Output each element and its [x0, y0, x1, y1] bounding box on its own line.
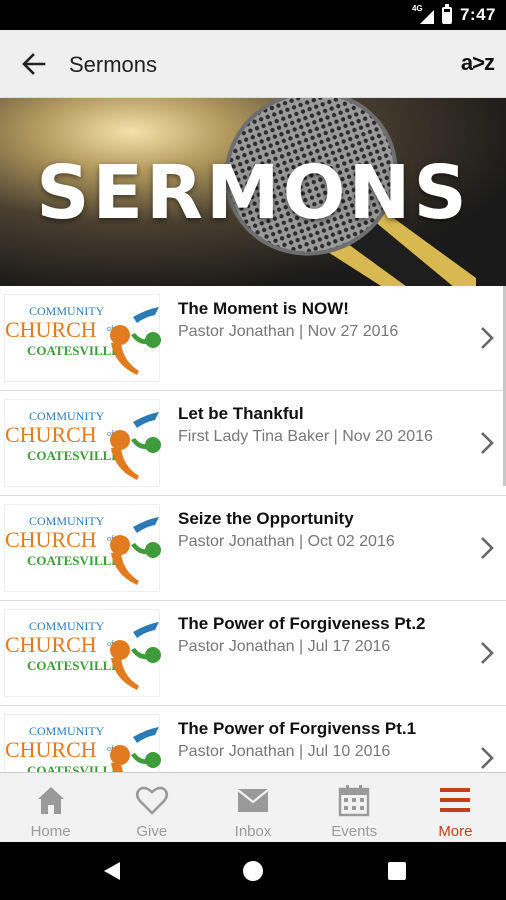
sermon-title: Seize the Opportunity: [178, 509, 354, 528]
church-logo-thumbnail: COMMUNITY CHURCH COATESVILLE of: [4, 504, 161, 592]
mail-icon: [237, 789, 269, 812]
tab-label: Inbox: [234, 823, 272, 840]
status-bar: 4G 7:47: [0, 0, 506, 30]
status-icons: 4G 7:47: [412, 3, 496, 26]
svg-text:CHURCH: CHURCH: [5, 527, 97, 552]
sermon-row[interactable]: COMMUNITY CHURCH COATESVILLE of The Powe…: [0, 601, 506, 706]
sermon-subtitle: Pastor Jonathan | Jul 10 2016: [178, 743, 391, 760]
svg-text:COATESVILLE: COATESVILLE: [27, 763, 120, 772]
sermon-row[interactable]: COMMUNITY CHURCH COATESVILLE of Seize th…: [0, 496, 506, 601]
church-logo-thumbnail: COMMUNITY CHURCH COATESVILLE of: [4, 399, 161, 487]
tab-inbox[interactable]: Inbox: [202, 773, 303, 842]
sermon-row[interactable]: COMMUNITY CHURCH COATESVILLE of The Mome…: [0, 286, 506, 391]
svg-text:COATESVILLE: COATESVILLE: [27, 448, 120, 463]
system-nav-bar: [0, 842, 506, 900]
menu-icon: [440, 788, 471, 812]
sermon-title: The Moment is NOW!: [178, 299, 349, 318]
sermon-row[interactable]: COMMUNITY CHURCH COATESVILLE of Let be T…: [0, 391, 506, 496]
tab-label: Give: [136, 823, 168, 840]
tab-label: Events: [331, 823, 378, 840]
sermon-subtitle: Pastor Jonathan | Oct 02 2016: [178, 533, 395, 550]
back-button[interactable]: [18, 50, 50, 78]
svg-text:COATESVILLE: COATESVILLE: [27, 553, 120, 568]
tab-more[interactable]: More: [405, 773, 506, 842]
heart-icon: [135, 786, 168, 815]
sermon-row[interactable]: COMMUNITY CHURCH COATESVILLE of The Powe…: [0, 706, 506, 772]
sermon-subtitle: Pastor Jonathan | Jul 17 2016: [178, 638, 391, 655]
signal-icon: 4G: [412, 4, 434, 24]
chevron-right-icon: [481, 327, 494, 349]
church-logo-thumbnail: COMMUNITY CHURCH COATESVILLE of: [4, 609, 161, 697]
sermon-title: Let be Thankful: [178, 404, 304, 423]
svg-text:CHURCH: CHURCH: [5, 317, 97, 342]
sermon-subtitle: Pastor Jonathan | Nov 27 2016: [178, 323, 399, 340]
home-icon: [37, 787, 64, 814]
tab-events[interactable]: Events: [304, 773, 405, 842]
battery-icon: [441, 3, 452, 24]
home-circle-icon[interactable]: [241, 859, 265, 883]
status-time: 7:47: [459, 5, 496, 24]
tab-label: More: [438, 823, 473, 840]
svg-text:CHURCH: CHURCH: [5, 422, 97, 447]
tab-home[interactable]: Home: [0, 773, 101, 842]
recents-square-icon[interactable]: [385, 859, 409, 883]
sermon-title: The Power of Forgiveness Pt.2: [178, 614, 426, 633]
svg-text:CHURCH: CHURCH: [5, 632, 97, 657]
hero-title: SERMONS: [36, 150, 470, 236]
svg-text:COATESVILLE: COATESVILLE: [27, 658, 120, 673]
bottom-tab-bar: Home Give Inbox Events More: [0, 772, 506, 842]
tab-label: Home: [30, 823, 71, 840]
chevron-right-icon: [481, 537, 494, 559]
svg-text:COMMUNITY: COMMUNITY: [29, 619, 105, 633]
chevron-right-icon: [481, 747, 494, 769]
sermon-title: The Power of Forgivenss Pt.1: [178, 719, 417, 738]
svg-text:CHURCH: CHURCH: [5, 737, 97, 762]
app-bar: Sermons a>z: [0, 30, 506, 98]
church-logo-thumbnail: COMMUNITY CHURCH COATESVILLE of: [4, 294, 161, 382]
arrow-left-icon: [22, 53, 46, 75]
svg-text:COMMUNITY: COMMUNITY: [29, 304, 105, 318]
hero-banner: SERMONS: [0, 98, 506, 286]
tab-give[interactable]: Give: [101, 773, 202, 842]
svg-text:COMMUNITY: COMMUNITY: [29, 409, 105, 423]
back-triangle-icon[interactable]: [100, 859, 124, 883]
sermon-list[interactable]: COMMUNITY CHURCH COATESVILLE of The Mome…: [0, 286, 506, 772]
calendar-icon: [339, 785, 370, 817]
church-logo-thumbnail: COMMUNITY CHURCH COATESVILLE of: [4, 714, 161, 772]
svg-text:COMMUNITY: COMMUNITY: [29, 514, 105, 528]
sermon-subtitle: First Lady Tina Baker | Nov 20 2016: [178, 428, 433, 445]
svg-text:COATESVILLE: COATESVILLE: [27, 343, 120, 358]
chevron-right-icon: [481, 432, 494, 454]
svg-text:COMMUNITY: COMMUNITY: [29, 724, 105, 738]
chevron-right-icon: [481, 642, 494, 664]
page-title: Sermons: [69, 52, 158, 77]
sort-az-button[interactable]: a>z: [461, 50, 495, 76]
